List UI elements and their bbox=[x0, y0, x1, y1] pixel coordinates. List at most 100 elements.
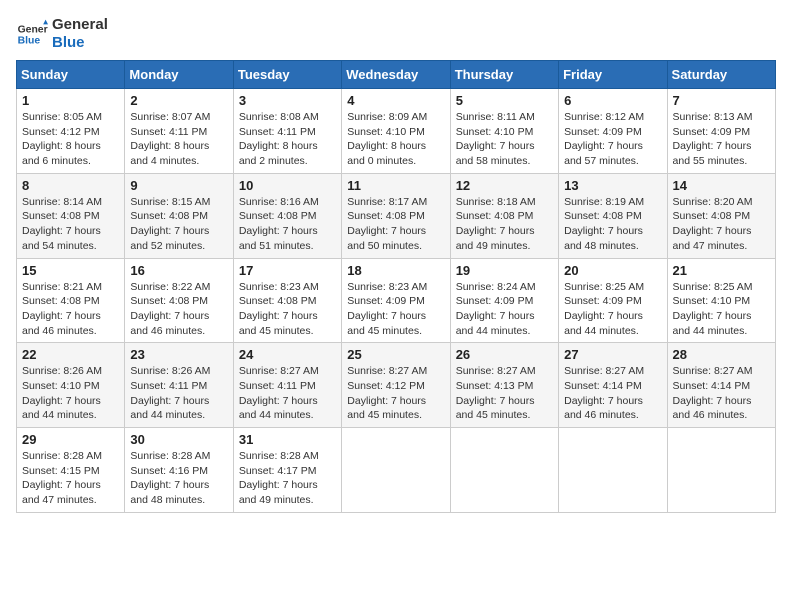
calendar-cell: 14 Sunrise: 8:20 AM Sunset: 4:08 PM Dayl… bbox=[667, 173, 775, 258]
day-number: 19 bbox=[456, 263, 553, 278]
day-number: 5 bbox=[456, 93, 553, 108]
calendar-cell: 2 Sunrise: 8:07 AM Sunset: 4:11 PM Dayli… bbox=[125, 89, 233, 174]
calendar-cell: 18 Sunrise: 8:23 AM Sunset: 4:09 PM Dayl… bbox=[342, 258, 450, 343]
day-number: 31 bbox=[239, 432, 336, 447]
col-header-saturday: Saturday bbox=[667, 61, 775, 89]
calendar-cell: 30 Sunrise: 8:28 AM Sunset: 4:16 PM Dayl… bbox=[125, 428, 233, 513]
calendar-table: SundayMondayTuesdayWednesdayThursdayFrid… bbox=[16, 60, 776, 513]
day-info: Sunrise: 8:21 AM Sunset: 4:08 PM Dayligh… bbox=[22, 280, 119, 339]
day-number: 18 bbox=[347, 263, 444, 278]
day-number: 14 bbox=[673, 178, 770, 193]
day-info: Sunrise: 8:17 AM Sunset: 4:08 PM Dayligh… bbox=[347, 195, 444, 254]
day-number: 23 bbox=[130, 347, 227, 362]
day-info: Sunrise: 8:12 AM Sunset: 4:09 PM Dayligh… bbox=[564, 110, 661, 169]
calendar-cell: 11 Sunrise: 8:17 AM Sunset: 4:08 PM Dayl… bbox=[342, 173, 450, 258]
calendar-cell: 22 Sunrise: 8:26 AM Sunset: 4:10 PM Dayl… bbox=[17, 343, 125, 428]
day-info: Sunrise: 8:27 AM Sunset: 4:14 PM Dayligh… bbox=[673, 364, 770, 423]
day-number: 22 bbox=[22, 347, 119, 362]
day-info: Sunrise: 8:27 AM Sunset: 4:14 PM Dayligh… bbox=[564, 364, 661, 423]
logo-blue: Blue bbox=[52, 34, 108, 52]
day-number: 30 bbox=[130, 432, 227, 447]
day-number: 28 bbox=[673, 347, 770, 362]
calendar-cell: 15 Sunrise: 8:21 AM Sunset: 4:08 PM Dayl… bbox=[17, 258, 125, 343]
day-number: 24 bbox=[239, 347, 336, 362]
day-info: Sunrise: 8:28 AM Sunset: 4:15 PM Dayligh… bbox=[22, 449, 119, 508]
day-info: Sunrise: 8:14 AM Sunset: 4:08 PM Dayligh… bbox=[22, 195, 119, 254]
day-info: Sunrise: 8:26 AM Sunset: 4:11 PM Dayligh… bbox=[130, 364, 227, 423]
day-number: 8 bbox=[22, 178, 119, 193]
calendar-cell: 5 Sunrise: 8:11 AM Sunset: 4:10 PM Dayli… bbox=[450, 89, 558, 174]
day-info: Sunrise: 8:27 AM Sunset: 4:12 PM Dayligh… bbox=[347, 364, 444, 423]
calendar-cell: 4 Sunrise: 8:09 AM Sunset: 4:10 PM Dayli… bbox=[342, 89, 450, 174]
calendar-cell: 27 Sunrise: 8:27 AM Sunset: 4:14 PM Dayl… bbox=[559, 343, 667, 428]
day-number: 20 bbox=[564, 263, 661, 278]
col-header-thursday: Thursday bbox=[450, 61, 558, 89]
calendar-cell: 20 Sunrise: 8:25 AM Sunset: 4:09 PM Dayl… bbox=[559, 258, 667, 343]
day-info: Sunrise: 8:27 AM Sunset: 4:13 PM Dayligh… bbox=[456, 364, 553, 423]
day-number: 21 bbox=[673, 263, 770, 278]
day-number: 3 bbox=[239, 93, 336, 108]
day-info: Sunrise: 8:22 AM Sunset: 4:08 PM Dayligh… bbox=[130, 280, 227, 339]
calendar-cell: 9 Sunrise: 8:15 AM Sunset: 4:08 PM Dayli… bbox=[125, 173, 233, 258]
col-header-sunday: Sunday bbox=[17, 61, 125, 89]
calendar-cell: 31 Sunrise: 8:28 AM Sunset: 4:17 PM Dayl… bbox=[233, 428, 341, 513]
calendar-header-row: SundayMondayTuesdayWednesdayThursdayFrid… bbox=[17, 61, 776, 89]
day-info: Sunrise: 8:15 AM Sunset: 4:08 PM Dayligh… bbox=[130, 195, 227, 254]
calendar-week-row: 29 Sunrise: 8:28 AM Sunset: 4:15 PM Dayl… bbox=[17, 428, 776, 513]
day-number: 13 bbox=[564, 178, 661, 193]
day-info: Sunrise: 8:27 AM Sunset: 4:11 PM Dayligh… bbox=[239, 364, 336, 423]
day-number: 6 bbox=[564, 93, 661, 108]
day-number: 2 bbox=[130, 93, 227, 108]
day-number: 15 bbox=[22, 263, 119, 278]
day-info: Sunrise: 8:13 AM Sunset: 4:09 PM Dayligh… bbox=[673, 110, 770, 169]
day-info: Sunrise: 8:20 AM Sunset: 4:08 PM Dayligh… bbox=[673, 195, 770, 254]
day-info: Sunrise: 8:19 AM Sunset: 4:08 PM Dayligh… bbox=[564, 195, 661, 254]
col-header-monday: Monday bbox=[125, 61, 233, 89]
calendar-cell: 7 Sunrise: 8:13 AM Sunset: 4:09 PM Dayli… bbox=[667, 89, 775, 174]
calendar-cell bbox=[450, 428, 558, 513]
col-header-friday: Friday bbox=[559, 61, 667, 89]
calendar-week-row: 1 Sunrise: 8:05 AM Sunset: 4:12 PM Dayli… bbox=[17, 89, 776, 174]
day-number: 26 bbox=[456, 347, 553, 362]
calendar-cell: 10 Sunrise: 8:16 AM Sunset: 4:08 PM Dayl… bbox=[233, 173, 341, 258]
logo-icon: General Blue bbox=[16, 18, 48, 50]
calendar-cell: 6 Sunrise: 8:12 AM Sunset: 4:09 PM Dayli… bbox=[559, 89, 667, 174]
svg-text:Blue: Blue bbox=[18, 36, 41, 47]
day-info: Sunrise: 8:25 AM Sunset: 4:10 PM Dayligh… bbox=[673, 280, 770, 339]
day-info: Sunrise: 8:16 AM Sunset: 4:08 PM Dayligh… bbox=[239, 195, 336, 254]
day-info: Sunrise: 8:28 AM Sunset: 4:17 PM Dayligh… bbox=[239, 449, 336, 508]
logo: General Blue General Blue bbox=[16, 16, 108, 52]
day-number: 27 bbox=[564, 347, 661, 362]
svg-text:General: General bbox=[18, 24, 48, 35]
calendar-week-row: 22 Sunrise: 8:26 AM Sunset: 4:10 PM Dayl… bbox=[17, 343, 776, 428]
day-info: Sunrise: 8:11 AM Sunset: 4:10 PM Dayligh… bbox=[456, 110, 553, 169]
calendar-cell: 21 Sunrise: 8:25 AM Sunset: 4:10 PM Dayl… bbox=[667, 258, 775, 343]
day-number: 10 bbox=[239, 178, 336, 193]
calendar-cell: 28 Sunrise: 8:27 AM Sunset: 4:14 PM Dayl… bbox=[667, 343, 775, 428]
day-number: 4 bbox=[347, 93, 444, 108]
logo-general: General bbox=[52, 16, 108, 34]
page-header: General Blue General Blue bbox=[16, 16, 776, 52]
calendar-cell: 17 Sunrise: 8:23 AM Sunset: 4:08 PM Dayl… bbox=[233, 258, 341, 343]
calendar-cell: 1 Sunrise: 8:05 AM Sunset: 4:12 PM Dayli… bbox=[17, 89, 125, 174]
calendar-week-row: 8 Sunrise: 8:14 AM Sunset: 4:08 PM Dayli… bbox=[17, 173, 776, 258]
day-number: 7 bbox=[673, 93, 770, 108]
day-info: Sunrise: 8:09 AM Sunset: 4:10 PM Dayligh… bbox=[347, 110, 444, 169]
col-header-wednesday: Wednesday bbox=[342, 61, 450, 89]
calendar-cell: 12 Sunrise: 8:18 AM Sunset: 4:08 PM Dayl… bbox=[450, 173, 558, 258]
day-info: Sunrise: 8:18 AM Sunset: 4:08 PM Dayligh… bbox=[456, 195, 553, 254]
calendar-cell bbox=[667, 428, 775, 513]
day-number: 11 bbox=[347, 178, 444, 193]
calendar-cell bbox=[342, 428, 450, 513]
day-info: Sunrise: 8:28 AM Sunset: 4:16 PM Dayligh… bbox=[130, 449, 227, 508]
calendar-cell: 23 Sunrise: 8:26 AM Sunset: 4:11 PM Dayl… bbox=[125, 343, 233, 428]
calendar-cell: 13 Sunrise: 8:19 AM Sunset: 4:08 PM Dayl… bbox=[559, 173, 667, 258]
day-info: Sunrise: 8:05 AM Sunset: 4:12 PM Dayligh… bbox=[22, 110, 119, 169]
calendar-cell: 16 Sunrise: 8:22 AM Sunset: 4:08 PM Dayl… bbox=[125, 258, 233, 343]
day-info: Sunrise: 8:25 AM Sunset: 4:09 PM Dayligh… bbox=[564, 280, 661, 339]
calendar-cell: 19 Sunrise: 8:24 AM Sunset: 4:09 PM Dayl… bbox=[450, 258, 558, 343]
calendar-cell: 25 Sunrise: 8:27 AM Sunset: 4:12 PM Dayl… bbox=[342, 343, 450, 428]
calendar-cell: 8 Sunrise: 8:14 AM Sunset: 4:08 PM Dayli… bbox=[17, 173, 125, 258]
day-number: 17 bbox=[239, 263, 336, 278]
day-info: Sunrise: 8:24 AM Sunset: 4:09 PM Dayligh… bbox=[456, 280, 553, 339]
